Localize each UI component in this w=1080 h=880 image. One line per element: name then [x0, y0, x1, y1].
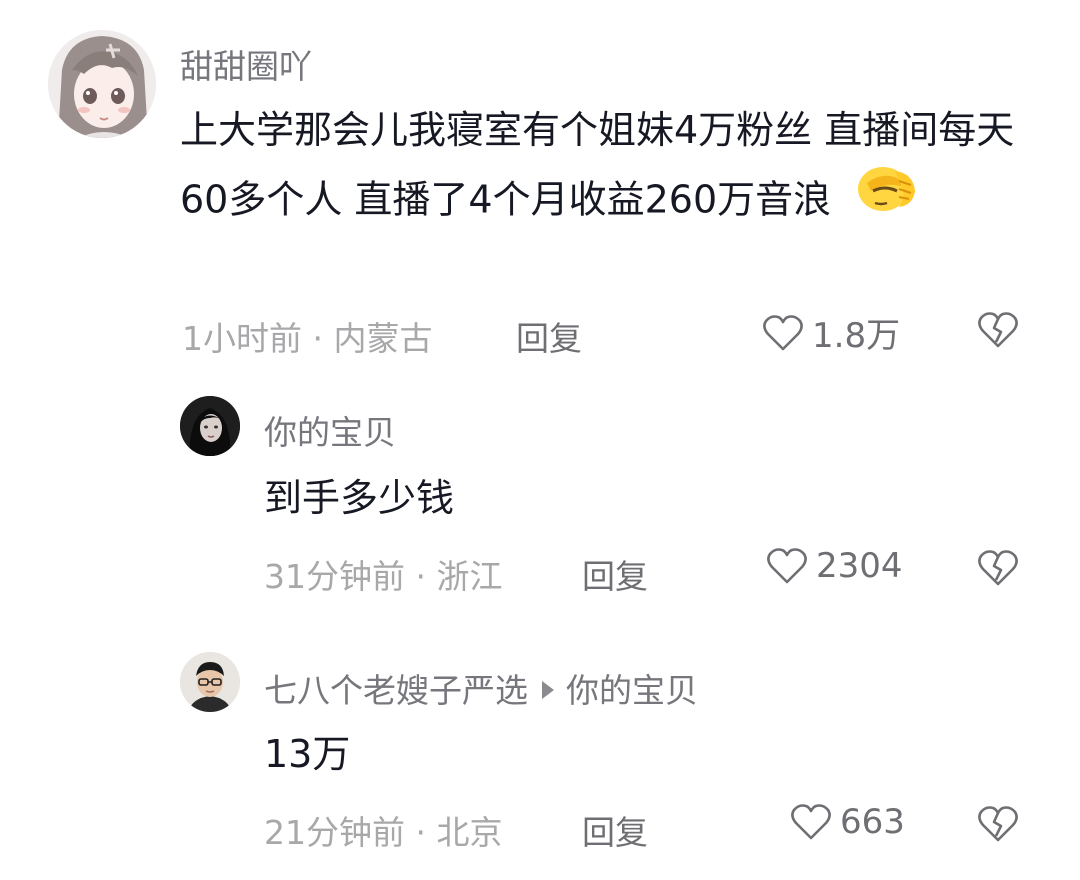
- reply-text: 到手多少钱: [264, 476, 455, 520]
- avatar[interactable]: [180, 652, 240, 712]
- comment-username[interactable]: 甜甜圈吖: [180, 40, 312, 88]
- facepalm-emoji-icon: [855, 161, 919, 235]
- anime-girl-avatar-icon: [48, 30, 156, 138]
- broken-heart-icon: [978, 550, 1018, 586]
- reply-time-location: 31分钟前 · 浙江: [264, 557, 503, 596]
- reply-button[interactable]: 回复: [582, 550, 648, 598]
- like-button[interactable]: 663: [790, 802, 905, 842]
- heart-icon: [791, 804, 831, 840]
- man-with-glasses-avatar-icon: [180, 652, 240, 712]
- heart-icon: [763, 314, 803, 350]
- like-button[interactable]: 2304: [766, 546, 903, 586]
- reply-username: 七八个老嫂子严选 你的宝贝: [264, 664, 698, 712]
- woman-portrait-avatar-icon: [180, 396, 240, 456]
- reply-item: 你的宝贝 到手多少钱 31分钟前 · 浙江 回复 2304: [0, 380, 1080, 620]
- comment-time-location: 1小时前 · 内蒙古: [182, 319, 433, 358]
- like-count: 663: [840, 802, 905, 842]
- reply-username[interactable]: 你的宝贝: [264, 406, 396, 454]
- dislike-button[interactable]: [976, 804, 1020, 848]
- like-count: 1.8万: [812, 316, 901, 356]
- reply-button[interactable]: 回复: [516, 312, 582, 360]
- reply-text: 13万: [264, 732, 351, 776]
- avatar[interactable]: [180, 396, 240, 456]
- like-button[interactable]: 1.8万: [762, 308, 900, 357]
- reply-to-arrow-icon: [542, 680, 554, 699]
- reply-target-user[interactable]: 你的宝贝: [566, 671, 698, 710]
- comment-item: 甜甜圈吖 上大学那会儿我寝室有个姐妹4万粉丝 直播间每天60多个人 直播了4个月…: [0, 0, 1080, 380]
- broken-heart-icon: [978, 806, 1018, 842]
- reply-button[interactable]: 回复: [582, 806, 648, 854]
- dislike-button[interactable]: [976, 548, 1020, 592]
- reply-item: 七八个老嫂子严选 你的宝贝 13万 21分钟前 · 北京 回复 663: [0, 620, 1080, 880]
- reply-time-location: 21分钟前 · 北京: [264, 813, 503, 852]
- dislike-button[interactable]: [976, 310, 1020, 354]
- avatar[interactable]: [48, 30, 156, 138]
- like-count: 2304: [816, 546, 903, 586]
- broken-heart-icon: [978, 312, 1018, 348]
- comment-text: 上大学那会儿我寝室有个姐妹4万粉丝 直播间每天60多个人 直播了4个月收益260…: [180, 96, 1040, 239]
- reply-author[interactable]: 七八个老嫂子严选: [264, 671, 528, 710]
- heart-icon: [767, 548, 807, 584]
